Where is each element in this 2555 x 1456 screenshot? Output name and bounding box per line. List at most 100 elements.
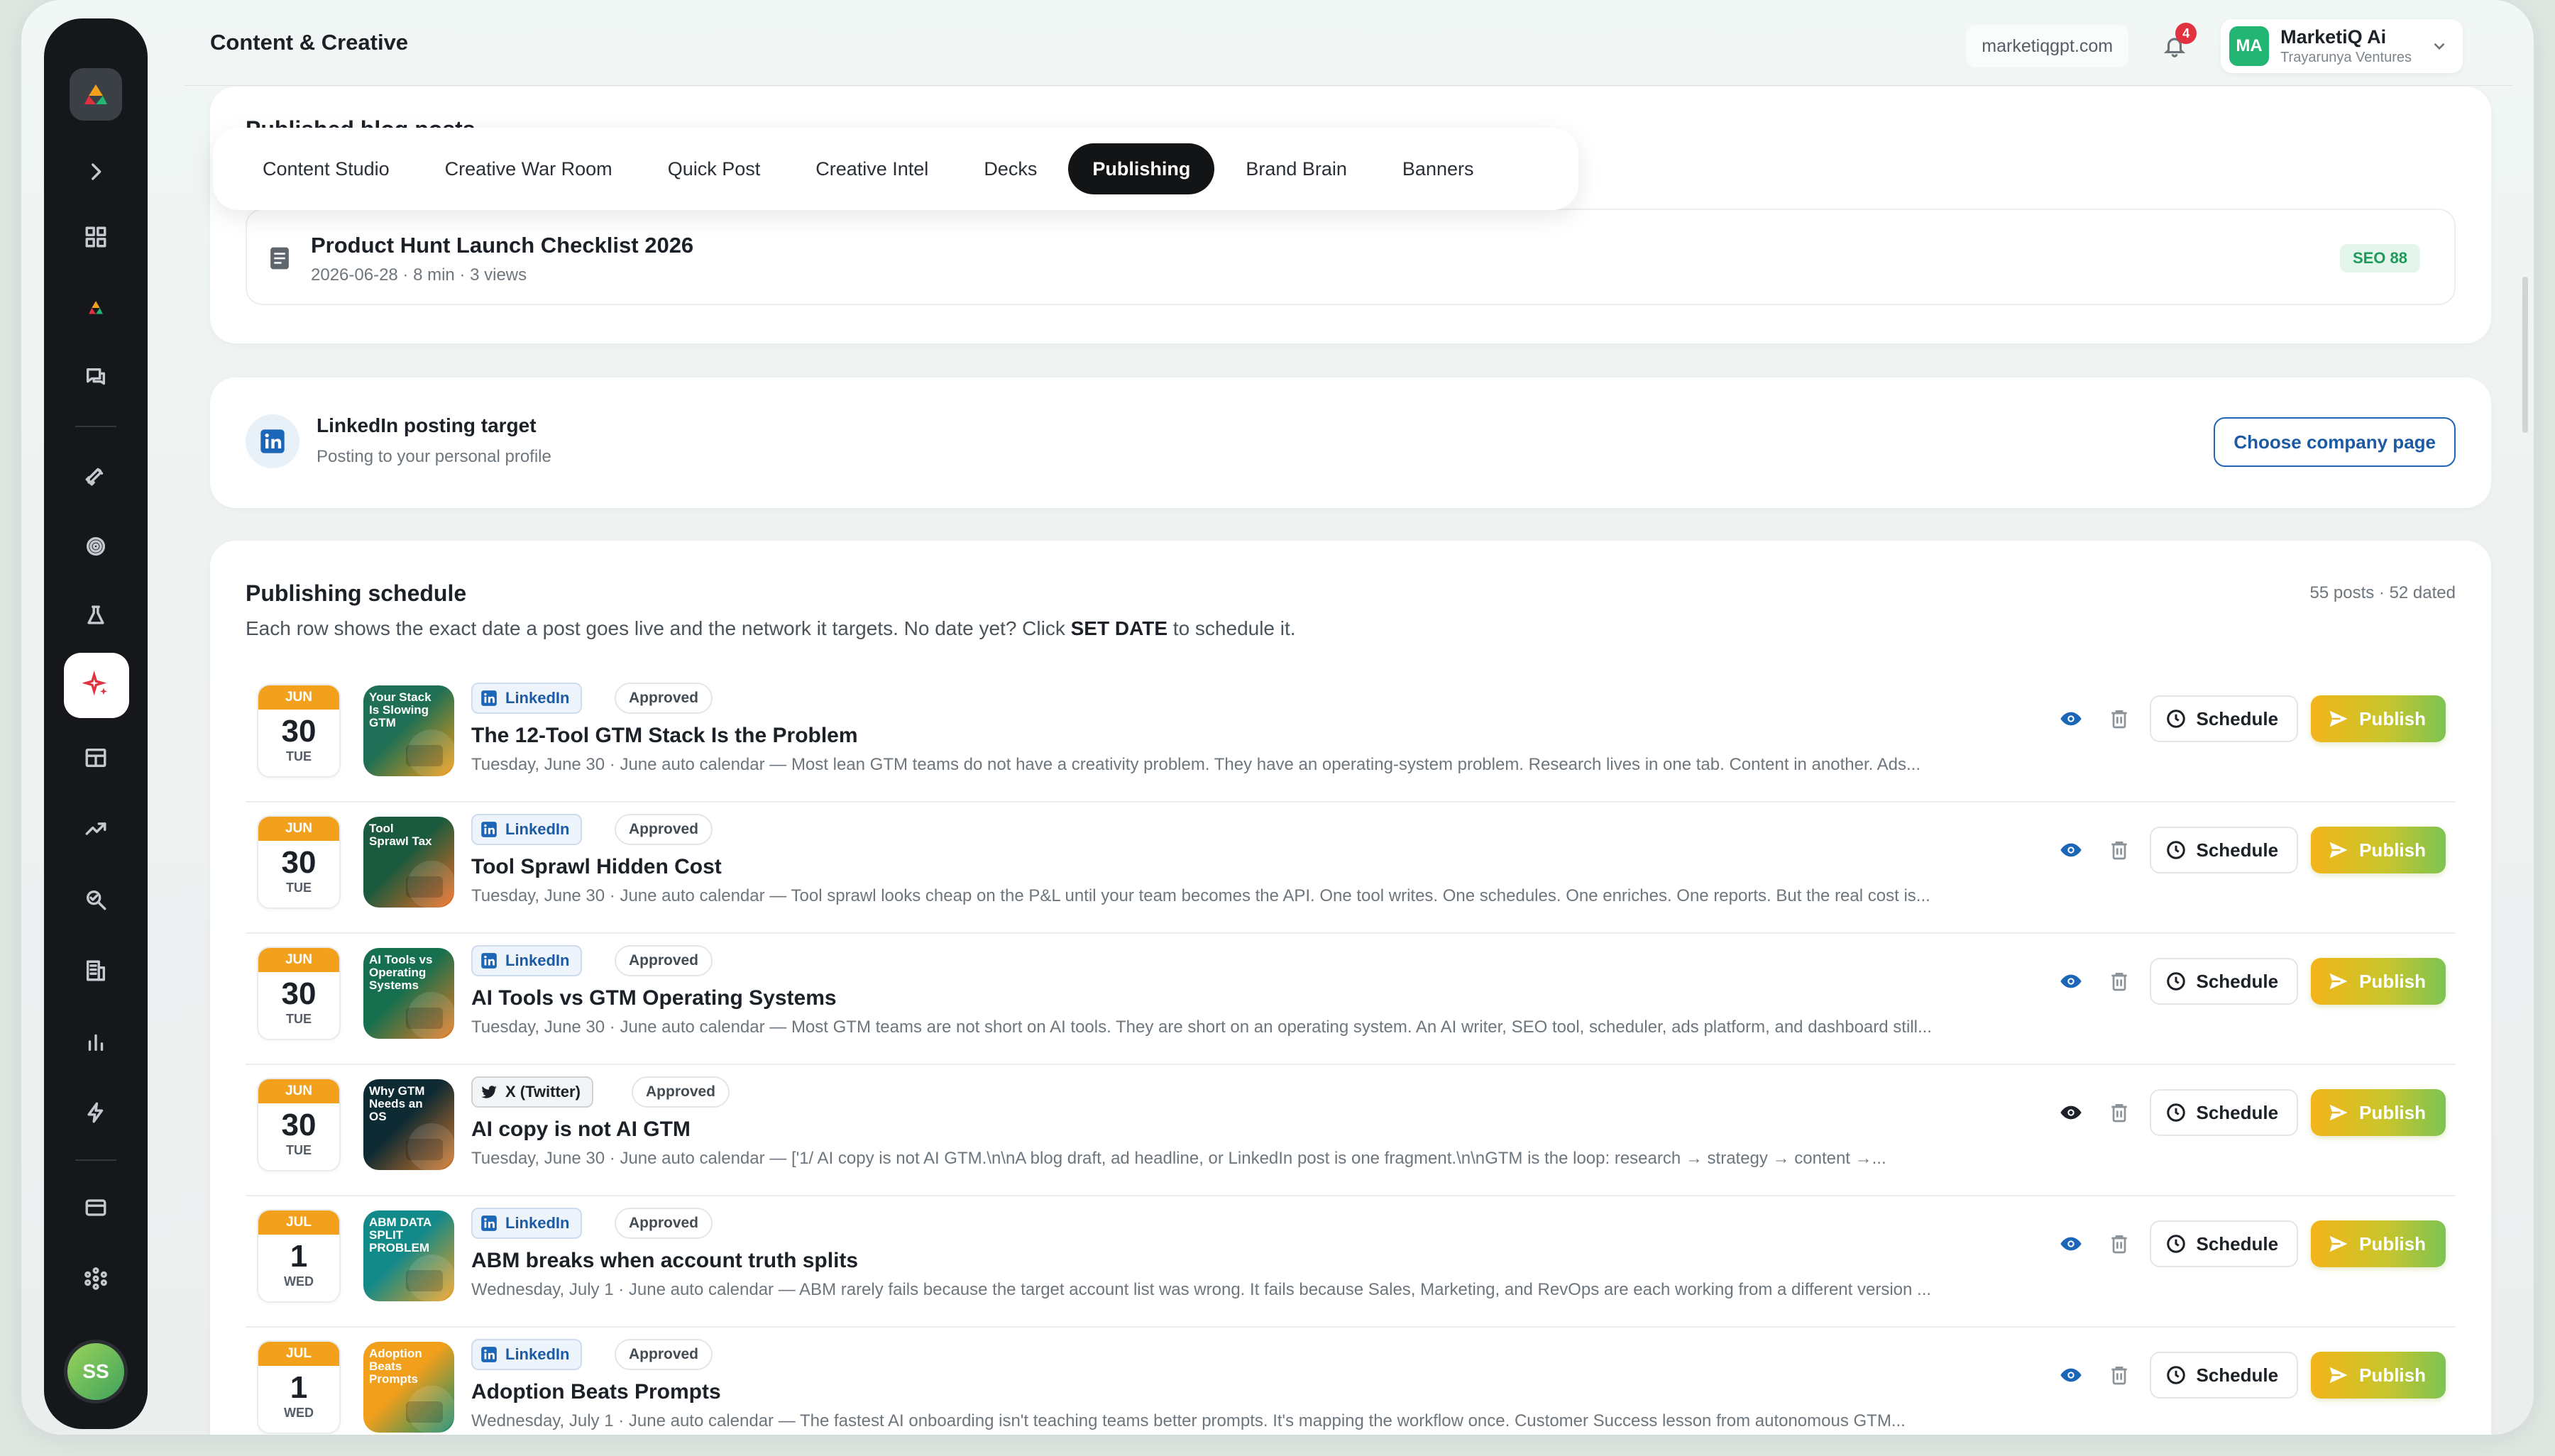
delete-button[interactable] bbox=[2101, 1357, 2137, 1393]
lightning-icon[interactable] bbox=[73, 1090, 119, 1135]
tab-creative-intel[interactable]: Creative Intel bbox=[791, 143, 952, 194]
user-avatar[interactable]: SS bbox=[64, 1340, 128, 1403]
app-logo[interactable] bbox=[70, 68, 122, 121]
post-title[interactable]: ABM breaks when account truth splits bbox=[471, 1249, 858, 1273]
publish-button[interactable]: Publish bbox=[2311, 695, 2446, 742]
preview-button[interactable] bbox=[2053, 964, 2089, 999]
publish-button-label: Publish bbox=[2359, 970, 2426, 992]
post-thumbnail[interactable]: Your Stack Is Slowing GTM bbox=[363, 685, 454, 776]
fingerprint-icon[interactable] bbox=[73, 524, 119, 569]
schedule-description-text: to schedule it. bbox=[1167, 617, 1296, 639]
date-month: JUN bbox=[258, 685, 339, 710]
chat-icon[interactable] bbox=[73, 355, 119, 400]
post-thumbnail[interactable]: Why GTM Needs an OS bbox=[363, 1079, 454, 1170]
publish-button[interactable]: Publish bbox=[2311, 1220, 2446, 1267]
date-card[interactable]: JUN 30 TUE bbox=[257, 1078, 341, 1171]
bar-chart-icon[interactable] bbox=[73, 1019, 119, 1064]
choose-company-page-button[interactable]: Choose company page bbox=[2214, 417, 2456, 467]
tab-banners[interactable]: Banners bbox=[1378, 143, 1498, 194]
date-day: 30 bbox=[281, 976, 317, 1011]
tab-brand-brain[interactable]: Brand Brain bbox=[1221, 143, 1371, 194]
schedule-button-label: Schedule bbox=[2196, 707, 2279, 729]
billing-card-icon[interactable] bbox=[73, 1185, 119, 1230]
delete-button[interactable] bbox=[2101, 832, 2137, 868]
expand-sidebar-icon[interactable] bbox=[73, 149, 119, 194]
post-title[interactable]: AI copy is not AI GTM bbox=[471, 1118, 691, 1142]
publish-button[interactable]: Publish bbox=[2311, 1089, 2446, 1136]
post-thumbnail[interactable]: ABM DATA SPLIT PROBLEM bbox=[363, 1210, 454, 1301]
page-scrollbar[interactable] bbox=[2522, 277, 2528, 433]
post-title[interactable]: AI Tools vs GTM Operating Systems bbox=[471, 986, 837, 1010]
schedule-row[interactable]: JUN 30 TUE Your Stack Is Slowing GTM Lin… bbox=[246, 671, 2456, 803]
schedule-button[interactable]: Schedule bbox=[2149, 1352, 2299, 1399]
creative-sparkle-nav-active[interactable] bbox=[64, 653, 129, 718]
schedule-button-label: Schedule bbox=[2196, 1364, 2279, 1386]
preview-button[interactable] bbox=[2053, 1226, 2089, 1262]
delete-button[interactable] bbox=[2101, 701, 2137, 737]
schedule-row[interactable]: JUL 1 WED ABM DATA SPLIT PROBLEM LinkedI… bbox=[246, 1196, 2456, 1328]
published-post-row[interactable]: Product Hunt Launch Checklist 2026 2026-… bbox=[246, 209, 2456, 305]
tab-content-studio[interactable]: Content Studio bbox=[238, 143, 414, 194]
network-icon[interactable] bbox=[73, 1256, 119, 1301]
network-badge: X (Twitter) bbox=[471, 1076, 593, 1108]
date-card[interactable]: JUN 30 TUE bbox=[257, 815, 341, 909]
dashboard-grid-icon[interactable] bbox=[73, 214, 119, 260]
publish-button[interactable]: Publish bbox=[2311, 1352, 2446, 1399]
schedule-button[interactable]: Schedule bbox=[2149, 827, 2299, 873]
delete-button[interactable] bbox=[2101, 1095, 2137, 1130]
account-switcher[interactable]: MA MarketiQ Ai Trayarunya Ventures bbox=[2221, 19, 2463, 73]
schedule-row[interactable]: JUN 30 TUE Tool Sprawl Tax LinkedIn Appr… bbox=[246, 803, 2456, 934]
post-title[interactable]: Adoption Beats Prompts bbox=[471, 1380, 721, 1404]
building-icon[interactable] bbox=[73, 948, 119, 993]
schedule-row[interactable]: JUN 30 TUE AI Tools vs Operating Systems… bbox=[246, 934, 2456, 1065]
date-card[interactable]: JUN 30 TUE bbox=[257, 684, 341, 778]
preview-button[interactable] bbox=[2053, 1095, 2089, 1130]
layout-table-icon[interactable] bbox=[73, 735, 119, 781]
publish-button-label: Publish bbox=[2359, 1101, 2426, 1123]
status-badge: Approved bbox=[615, 1208, 713, 1239]
account-org: Trayarunya Ventures bbox=[2280, 50, 2412, 65]
schedule-row[interactable]: JUN 30 TUE Why GTM Needs an OS X (Twitte… bbox=[246, 1065, 2456, 1196]
publish-button[interactable]: Publish bbox=[2311, 827, 2446, 873]
trend-icon[interactable] bbox=[73, 806, 119, 851]
sparkle-icon bbox=[82, 671, 107, 696]
preview-button[interactable] bbox=[2053, 701, 2089, 737]
schedule-button[interactable]: Schedule bbox=[2149, 695, 2299, 742]
date-card[interactable]: JUL 1 WED bbox=[257, 1209, 341, 1303]
brand-logo-icon[interactable] bbox=[73, 285, 119, 331]
schedule-description-text: Each row shows the exact date a post goe… bbox=[246, 617, 1071, 639]
user-avatar-initials: SS bbox=[82, 1360, 109, 1382]
schedule-button[interactable]: Schedule bbox=[2149, 1089, 2299, 1136]
seo-score-badge: SEO 88 bbox=[2339, 244, 2420, 272]
schedule-row[interactable]: JUL 1 WED Adoption Beats Prompts LinkedI… bbox=[246, 1328, 2456, 1435]
date-card[interactable]: JUN 30 TUE bbox=[257, 947, 341, 1040]
post-title[interactable]: Tool Sprawl Hidden Cost bbox=[471, 855, 722, 879]
search-analyze-icon[interactable] bbox=[73, 877, 119, 922]
schedule-button[interactable]: Schedule bbox=[2149, 958, 2299, 1005]
date-card[interactable]: JUL 1 WED bbox=[257, 1340, 341, 1434]
post-thumbnail[interactable]: Tool Sprawl Tax bbox=[363, 817, 454, 908]
post-title[interactable]: The 12-Tool GTM Stack Is the Problem bbox=[471, 724, 858, 748]
send-icon bbox=[2329, 842, 2348, 859]
schedule-button[interactable]: Schedule bbox=[2149, 1220, 2299, 1267]
delete-button[interactable] bbox=[2101, 1226, 2137, 1262]
rocket-icon[interactable] bbox=[73, 453, 119, 498]
flask-icon[interactable] bbox=[73, 593, 119, 639]
preview-button[interactable] bbox=[2053, 832, 2089, 868]
workspace-domain[interactable]: marketiqgpt.com bbox=[1966, 25, 2129, 67]
preview-button[interactable] bbox=[2053, 1357, 2089, 1393]
post-thumbnail[interactable]: AI Tools vs Operating Systems bbox=[363, 948, 454, 1039]
post-thumbnail[interactable]: Adoption Beats Prompts bbox=[363, 1342, 454, 1433]
tab-quick-post[interactable]: Quick Post bbox=[644, 143, 785, 194]
clock-icon bbox=[2166, 710, 2185, 728]
date-month: JUL bbox=[258, 1342, 339, 1366]
notifications-button[interactable]: 4 bbox=[2157, 23, 2197, 64]
network-badge: LinkedIn bbox=[471, 814, 583, 845]
tab-creative-war-room[interactable]: Creative War Room bbox=[421, 143, 637, 194]
tab-decks[interactable]: Decks bbox=[960, 143, 1061, 194]
publishing-schedule-card: Publishing schedule 55 posts · 52 dated … bbox=[210, 541, 2491, 1435]
delete-button[interactable] bbox=[2101, 964, 2137, 999]
schedule-list: JUN 30 TUE Your Stack Is Slowing GTM Lin… bbox=[246, 671, 2456, 1435]
tab-publishing[interactable]: Publishing bbox=[1068, 143, 1215, 194]
publish-button[interactable]: Publish bbox=[2311, 958, 2446, 1005]
